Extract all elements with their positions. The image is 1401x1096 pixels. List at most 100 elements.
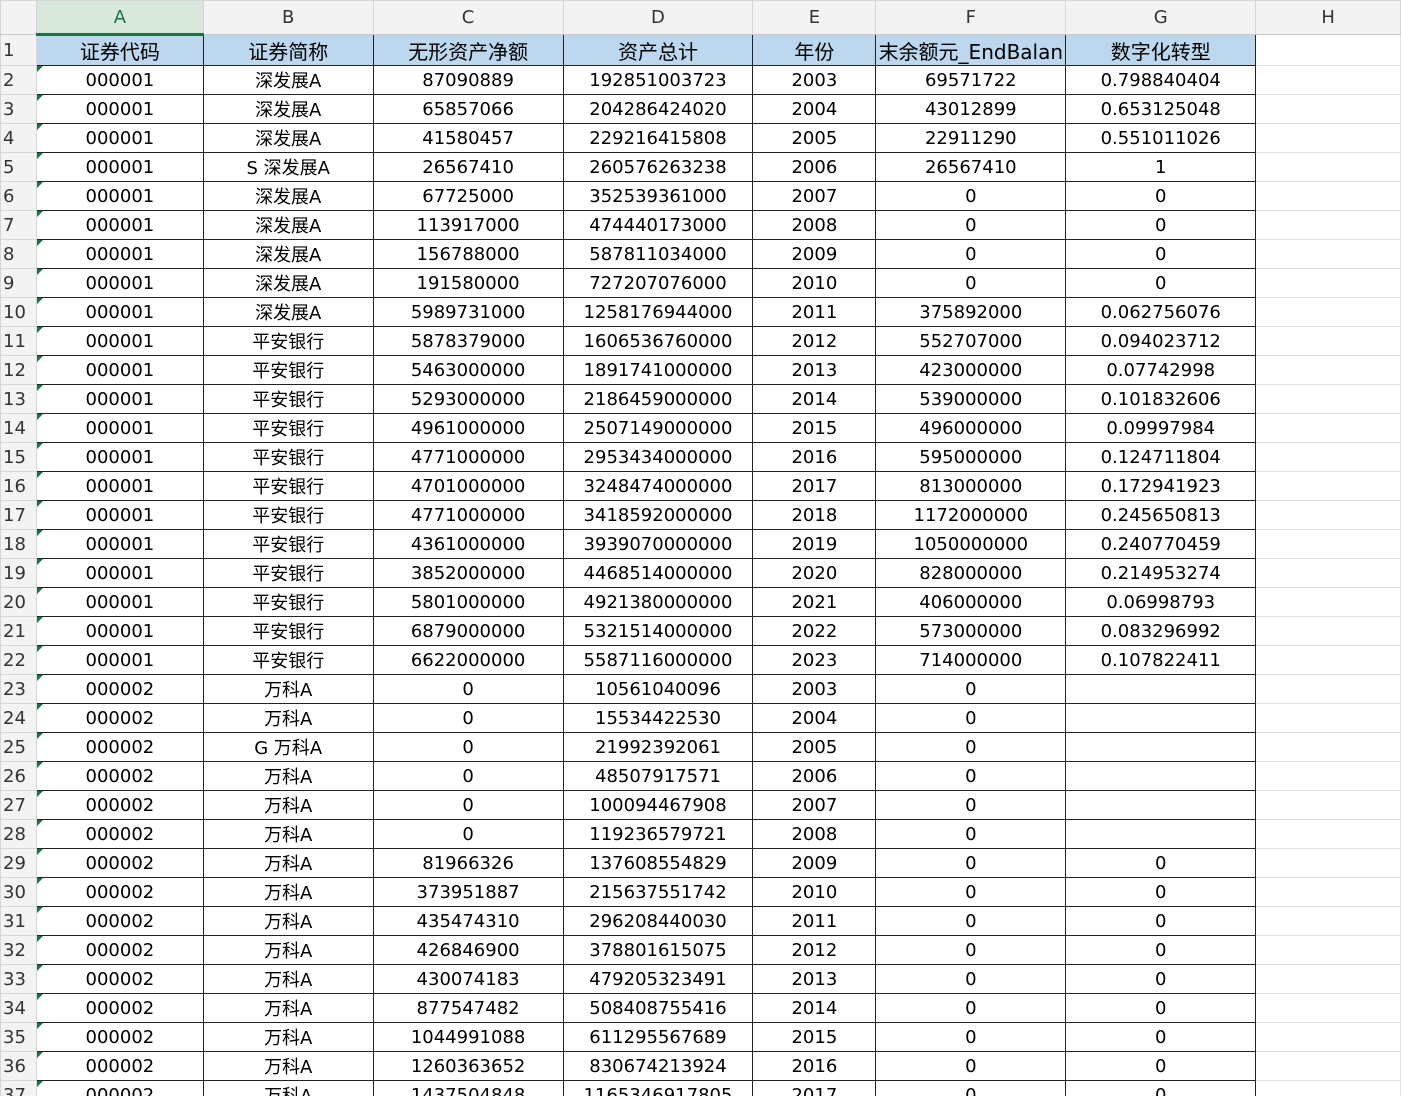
data-cell[interactable]: 0 (1065, 210, 1257, 240)
data-cell[interactable]: 000002 (35, 906, 204, 936)
data-cell[interactable]: 0 (1065, 181, 1257, 211)
data-cell[interactable]: 67725000 (372, 181, 564, 211)
row-header[interactable]: 17 (0, 500, 37, 530)
data-cell[interactable]: 0.07742998 (1065, 355, 1257, 385)
data-cell[interactable]: 万科A (202, 848, 374, 878)
empty-cell[interactable] (1255, 123, 1401, 153)
data-cell[interactable]: 平安银行 (202, 471, 374, 501)
data-cell[interactable]: 0.798840404 (1065, 65, 1257, 95)
row-header[interactable]: 23 (0, 674, 37, 704)
data-cell[interactable]: 1258176944000 (562, 297, 754, 327)
empty-cell[interactable] (1255, 1080, 1401, 1096)
row-header[interactable]: 36 (0, 1051, 37, 1081)
data-cell[interactable]: 万科A (202, 674, 374, 704)
empty-cell[interactable] (1255, 906, 1401, 936)
data-cell[interactable]: 0 (875, 703, 1067, 733)
data-cell[interactable]: 0 (372, 819, 564, 849)
empty-cell[interactable] (1255, 761, 1401, 791)
data-cell[interactable]: 0 (1065, 935, 1257, 965)
row-header[interactable]: 15 (0, 442, 37, 472)
data-cell[interactable]: 2006 (752, 761, 877, 791)
data-cell[interactable] (1065, 819, 1257, 849)
data-cell[interactable]: 100094467908 (562, 790, 754, 820)
data-cell[interactable]: 0 (372, 732, 564, 762)
row-header[interactable]: 11 (0, 326, 37, 356)
data-cell[interactable]: 1437504848 (372, 1080, 564, 1096)
data-cell[interactable]: 0 (1065, 848, 1257, 878)
empty-cell[interactable] (1255, 384, 1401, 414)
data-cell[interactable]: 2014 (752, 993, 877, 1023)
row-header[interactable]: 10 (0, 297, 37, 327)
data-cell[interactable]: 0.062756076 (1065, 297, 1257, 327)
column-header-c[interactable]: C (372, 0, 564, 35)
row-header[interactable]: 22 (0, 645, 37, 675)
header-cell[interactable]: 数字化转型 (1065, 34, 1257, 66)
data-cell[interactable]: 0 (372, 674, 564, 704)
row-header[interactable]: 29 (0, 848, 37, 878)
data-cell[interactable]: 平安银行 (202, 413, 374, 443)
data-cell[interactable]: 平安银行 (202, 529, 374, 559)
data-cell[interactable]: 2015 (752, 1022, 877, 1052)
data-cell[interactable]: 万科A (202, 906, 374, 936)
data-cell[interactable]: 5293000000 (372, 384, 564, 414)
column-header-b[interactable]: B (202, 0, 374, 35)
data-cell[interactable]: 2021 (752, 587, 877, 617)
data-cell[interactable]: 0 (1065, 268, 1257, 298)
row-header[interactable]: 24 (0, 703, 37, 733)
data-cell[interactable]: 2007 (752, 790, 877, 820)
data-cell[interactable]: 2014 (752, 384, 877, 414)
spreadsheet-grid[interactable]: A B C D E F G H 1 证券代码 证券简称 无形资产净额 资产总计 年份 末余额元_EndBal… (0, 0, 1401, 1096)
row-header[interactable]: 26 (0, 761, 37, 791)
data-cell[interactable]: 4361000000 (372, 529, 564, 559)
data-cell[interactable]: 2010 (752, 268, 877, 298)
data-cell[interactable]: 1044991088 (372, 1022, 564, 1052)
data-cell[interactable]: 000001 (35, 297, 204, 327)
empty-cell[interactable] (1255, 558, 1401, 588)
data-cell[interactable]: 0.101832606 (1065, 384, 1257, 414)
data-cell[interactable]: 0 (1065, 239, 1257, 269)
data-cell[interactable]: 423000000 (875, 355, 1067, 385)
data-cell[interactable]: 0 (1065, 906, 1257, 936)
data-cell[interactable]: 0 (875, 819, 1067, 849)
data-cell[interactable]: 平安银行 (202, 558, 374, 588)
data-cell[interactable]: 0 (875, 848, 1067, 878)
data-cell[interactable]: 435474310 (372, 906, 564, 936)
empty-cell[interactable] (1255, 964, 1401, 994)
data-cell[interactable]: 5801000000 (372, 587, 564, 617)
data-cell[interactable]: 2003 (752, 65, 877, 95)
empty-cell[interactable] (1255, 471, 1401, 501)
data-cell[interactable]: 深发展A (202, 297, 374, 327)
data-cell[interactable]: 000001 (35, 645, 204, 675)
row-header[interactable]: 28 (0, 819, 37, 849)
data-cell[interactable]: 65857066 (372, 94, 564, 124)
data-cell[interactable]: 595000000 (875, 442, 1067, 472)
data-cell[interactable]: 587811034000 (562, 239, 754, 269)
data-cell[interactable]: 0 (875, 761, 1067, 791)
data-cell[interactable]: 0.245650813 (1065, 500, 1257, 530)
data-cell[interactable]: 3418592000000 (562, 500, 754, 530)
data-cell[interactable]: 813000000 (875, 471, 1067, 501)
data-cell[interactable]: 万科A (202, 935, 374, 965)
header-cell[interactable]: 资产总计 (562, 34, 754, 66)
data-cell[interactable]: 5878379000 (372, 326, 564, 356)
data-cell[interactable]: 0 (875, 1051, 1067, 1081)
data-cell[interactable]: 2012 (752, 326, 877, 356)
data-cell[interactable]: 000001 (35, 355, 204, 385)
data-cell[interactable]: 平安银行 (202, 587, 374, 617)
row-header[interactable]: 32 (0, 935, 37, 965)
data-cell[interactable]: 000001 (35, 558, 204, 588)
data-cell[interactable]: 平安银行 (202, 500, 374, 530)
data-cell[interactable]: 2003 (752, 674, 877, 704)
data-cell[interactable]: 000001 (35, 413, 204, 443)
empty-cell[interactable] (1255, 500, 1401, 530)
row-header[interactable]: 31 (0, 906, 37, 936)
data-cell[interactable]: 0 (875, 1022, 1067, 1052)
data-cell[interactable]: 2015 (752, 413, 877, 443)
data-cell[interactable]: 474440173000 (562, 210, 754, 240)
data-cell[interactable]: 万科A (202, 761, 374, 791)
data-cell[interactable]: 137608554829 (562, 848, 754, 878)
column-header-d[interactable]: D (562, 0, 754, 35)
empty-cell[interactable] (1255, 181, 1401, 211)
data-cell[interactable]: 2010 (752, 877, 877, 907)
data-cell[interactable]: 229216415808 (562, 123, 754, 153)
